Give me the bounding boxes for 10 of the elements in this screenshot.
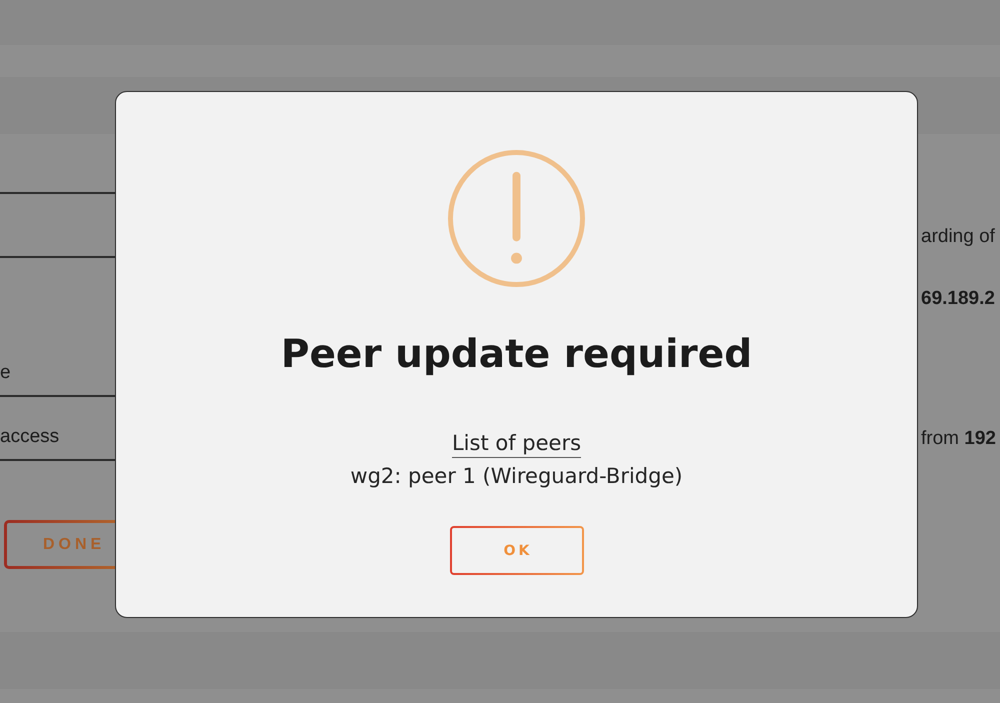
dialog-title: Peer update required xyxy=(280,331,752,379)
row-label: access xyxy=(0,426,60,448)
ok-button[interactable]: OK xyxy=(450,526,584,575)
peers-link[interactable]: List of peers xyxy=(452,429,582,458)
warning-icon xyxy=(447,149,586,288)
row-label: e xyxy=(0,362,11,384)
description-text: from 192 xyxy=(921,428,996,450)
ip-address-text: 69.189.2 xyxy=(921,288,995,310)
peer-item: wg2: peer 1 (Wireguard-Bridge) xyxy=(350,463,683,490)
description-text: arding of xyxy=(921,226,995,248)
